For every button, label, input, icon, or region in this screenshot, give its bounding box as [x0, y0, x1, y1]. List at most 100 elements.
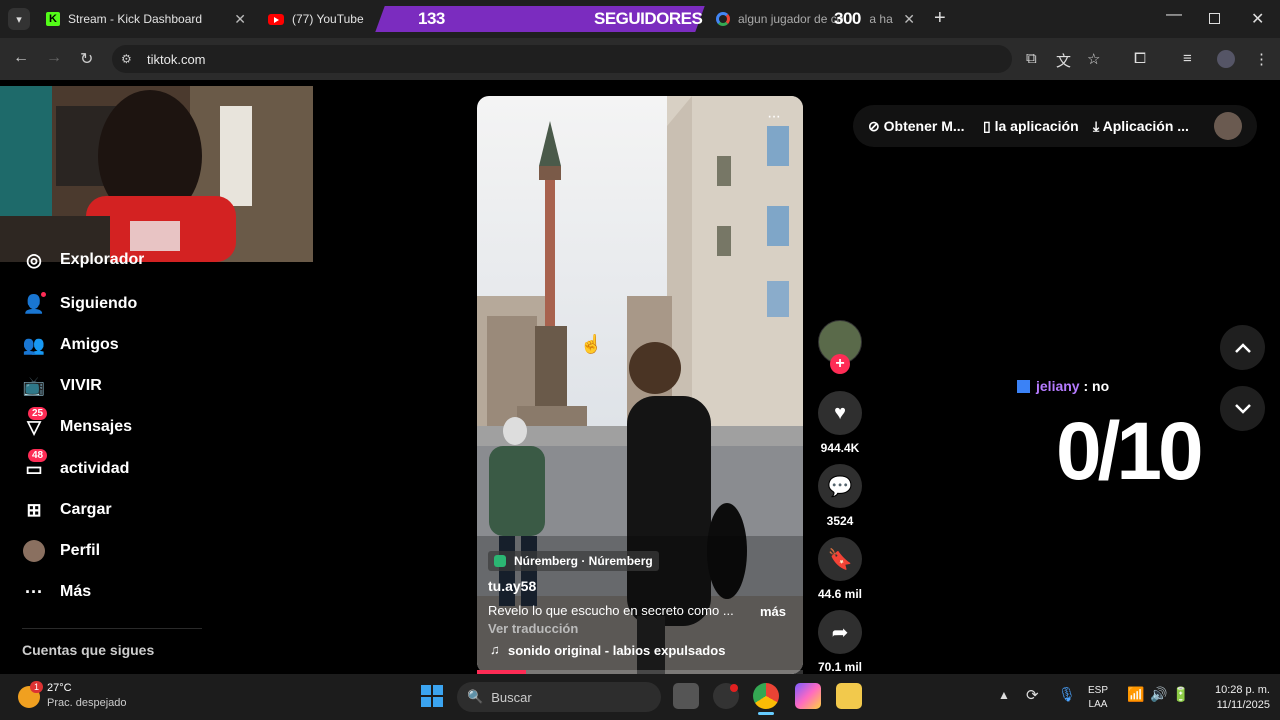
chat-separator: : [1079, 378, 1093, 394]
close-window-button[interactable]: ✕ [1251, 9, 1264, 29]
close-icon[interactable]: ✕ [903, 11, 915, 28]
close-icon[interactable]: ✕ [234, 11, 246, 28]
search-placeholder: Buscar [491, 689, 532, 705]
sidebar-divider [22, 628, 202, 629]
sidebar-item-label: actividad [60, 460, 130, 477]
user-avatar[interactable] [1214, 112, 1242, 140]
get-coins-link[interactable]: ⊘ Obtener M... [868, 118, 965, 135]
taskbar-search[interactable]: 🔍 Buscar [457, 682, 661, 712]
comment-button[interactable]: 💬 [818, 464, 862, 508]
coins-icon: ⊘ [868, 118, 880, 134]
forward-button[interactable]: → [46, 49, 62, 67]
tray-chevron-up-icon[interactable]: ▲ [998, 688, 1010, 702]
video-author[interactable]: tu.ay58 [488, 578, 536, 594]
following-icon: 👤 [22, 292, 46, 314]
reload-button[interactable]: ↻ [80, 49, 93, 69]
activity-icon: ▭ 48 [22, 449, 48, 481]
profile-avatar[interactable] [1217, 50, 1235, 68]
sidebar-item-label: Cargar [60, 501, 112, 518]
sidebar-item-following[interactable]: 👤 Siguiendo [22, 290, 137, 318]
app-link[interactable]: ▯ la aplicación [983, 118, 1079, 135]
youtube-icon [268, 13, 284, 25]
media-control-icon[interactable]: ≡ [1183, 50, 1192, 67]
bookmark-star-icon[interactable]: ☆ [1087, 50, 1100, 68]
windows-start-icon[interactable] [421, 685, 443, 707]
sidebar-item-label: Siguiendo [60, 295, 138, 312]
language-indicator[interactable]: ESP LAA [1088, 684, 1108, 712]
clock[interactable]: 10:28 p. m. 11/11/2025 [1198, 683, 1270, 713]
chat-username: jeliany [1036, 378, 1080, 394]
sidebar-item-label: Más [60, 583, 92, 600]
sidebar-item-label: Mensajes [60, 418, 133, 435]
maximize-button[interactable] [1209, 13, 1220, 24]
sidebar-item-messages[interactable]: ▽ 25 Mensajes [22, 407, 133, 441]
address-bar[interactable] [112, 45, 1012, 73]
back-button[interactable]: ← [13, 49, 29, 67]
like-count: 944.4K [820, 441, 860, 455]
sidebar-item-explore[interactable]: ◎ Explorador [22, 250, 144, 270]
followers-goal: 300 [834, 9, 861, 28]
chevron-down-icon [1234, 403, 1251, 414]
task-view-icon[interactable] [673, 683, 699, 709]
active-app-indicator [758, 712, 774, 715]
microphone-icon[interactable]: 🎙 [1058, 686, 1076, 703]
tab-youtube[interactable]: (77) YouTube [262, 4, 382, 34]
sidebar-item-profile[interactable]: Perfil [22, 537, 100, 565]
get-coins-label: Obtener M... [883, 118, 965, 134]
sidebar-item-activity[interactable]: ▭ 48 actividad [22, 449, 130, 483]
chrome-icon[interactable] [753, 683, 779, 709]
sidebar-item-friends[interactable]: 👥 Amigos [22, 331, 119, 359]
save-button[interactable]: 🔖 [818, 537, 862, 581]
sound-name[interactable]: sonido original - labios expulsados [508, 643, 725, 658]
sidebar-item-label: VIVIR [60, 377, 102, 394]
weather-widget[interactable]: 1 27°C Prac. despejado [14, 680, 154, 716]
compass-icon: ◎ [26, 250, 42, 270]
sidebar-item-more[interactable]: ··· Más [22, 578, 91, 606]
volume-icon[interactable]: 🔊 [1150, 686, 1167, 703]
download-app-link[interactable]: ⤓ Aplicación ... [1093, 118, 1189, 135]
translate-link[interactable]: Ver traducción [488, 621, 578, 636]
more-icon: ··· [25, 581, 43, 602]
activity-badge: 48 [28, 449, 48, 462]
minimize-button[interactable]: — [1166, 6, 1182, 24]
tab-search-button[interactable]: ▾ [8, 8, 30, 30]
tab-label: Stream - Kick Dashboard [68, 12, 203, 26]
location-text: Núremberg · Núremberg [514, 554, 653, 568]
sync-icon[interactable]: ⟳ [1026, 686, 1039, 704]
copilot-icon[interactable] [795, 683, 821, 709]
download-icon: ⤓ [1093, 118, 1100, 134]
tab-google-search[interactable]: algun jugador de co a ha ✕ [710, 4, 925, 34]
phone-icon: ▯ [983, 118, 991, 134]
language-code: ESP [1088, 685, 1109, 696]
like-button[interactable]: ♥ [818, 391, 862, 435]
location-tag[interactable]: Núremberg · Núremberg [488, 551, 659, 571]
share-button[interactable]: ➦ [818, 610, 862, 654]
translate-icon[interactable]: 文 [1056, 50, 1071, 71]
battery-icon[interactable]: 🔋 [1172, 686, 1189, 703]
extensions-icon[interactable]: ⧠ [1134, 50, 1146, 67]
video-more-options-icon[interactable]: ··· [767, 108, 781, 126]
sidebar-item-live[interactable]: 📺 VIVIR [22, 372, 102, 400]
followers-count: 133 [418, 9, 445, 28]
file-explorer-icon[interactable] [836, 683, 862, 709]
obs-recording-dot [730, 684, 738, 692]
previous-video-button[interactable] [1220, 325, 1265, 370]
next-video-button[interactable] [1220, 386, 1265, 431]
menu-icon[interactable]: ⋮ [1254, 50, 1269, 68]
followers-label: SEGUIDORES [594, 9, 703, 28]
follow-plus-button[interactable]: + [830, 354, 850, 374]
messages-icon: ▽ 25 [22, 407, 48, 439]
wifi-icon[interactable]: 📶 [1127, 686, 1144, 703]
music-note-icon: ♫ [490, 642, 500, 657]
sidebar-item-upload[interactable]: ⊞ Cargar [22, 496, 112, 524]
live-icon: 📺 [22, 375, 46, 396]
install-app-icon[interactable]: ⧉ [1026, 50, 1037, 67]
temperature: 27°C [47, 682, 72, 694]
google-icon [716, 12, 730, 26]
address-text[interactable]: tiktok.com [147, 52, 206, 67]
site-info-icon[interactable]: ⚙ [121, 52, 132, 66]
tab-kick-dashboard[interactable]: K Stream - Kick Dashboard ✕ [40, 4, 256, 34]
webcam-overlay [0, 86, 313, 262]
new-tab-button[interactable]: + [934, 7, 946, 30]
caption-more-link[interactable]: más [760, 604, 786, 619]
